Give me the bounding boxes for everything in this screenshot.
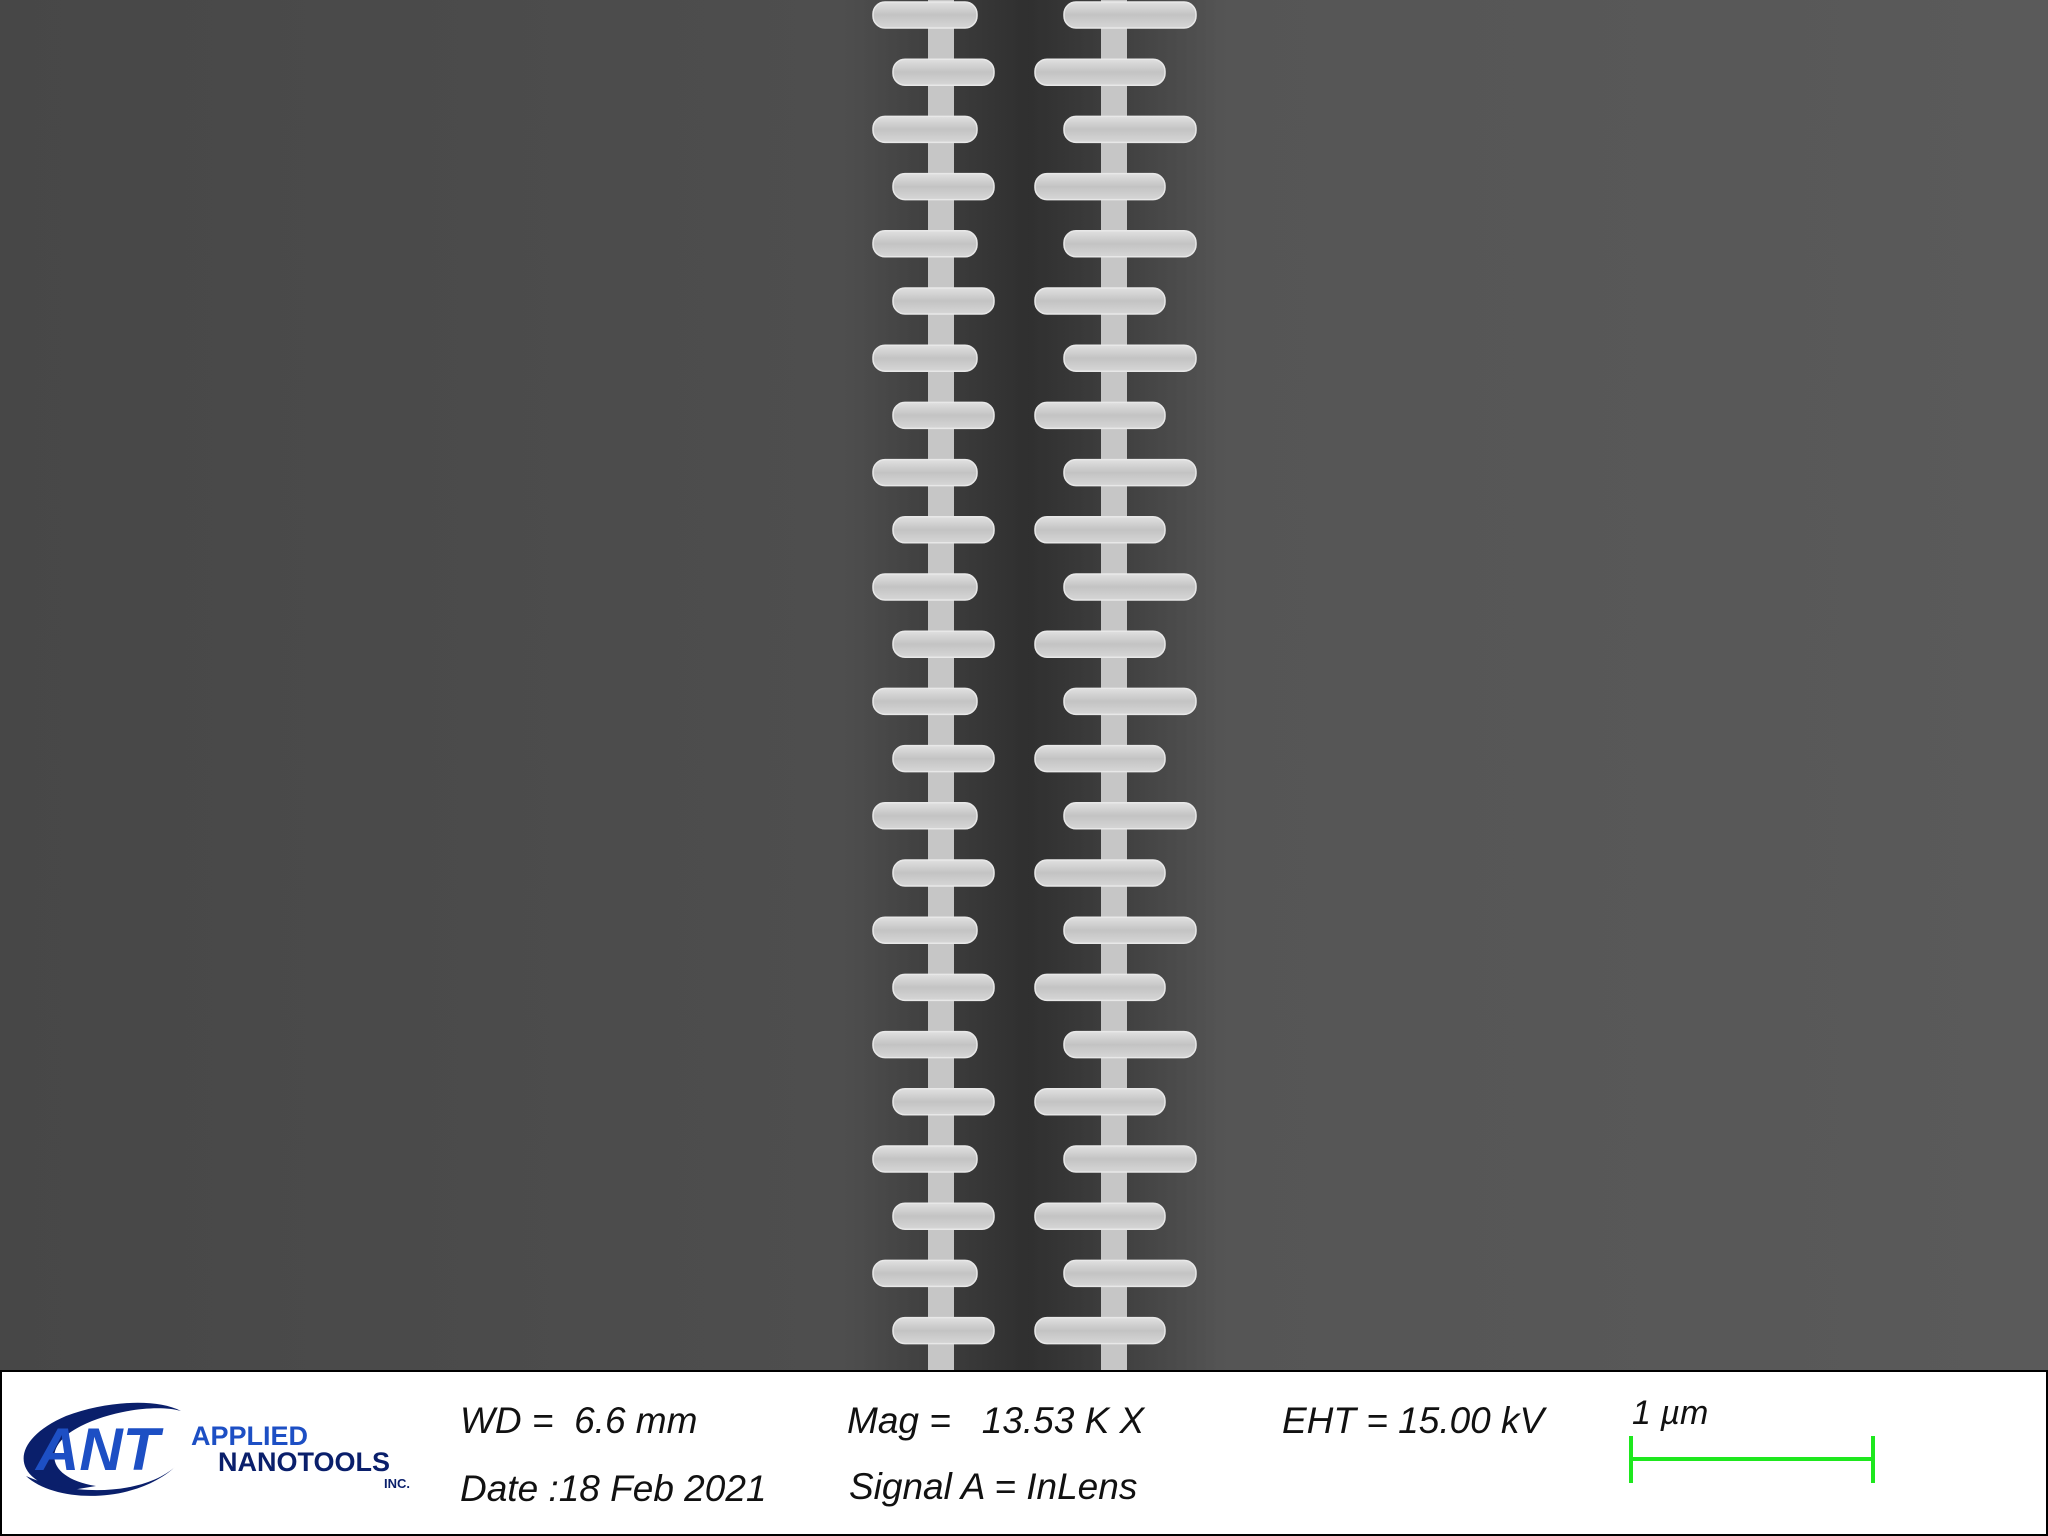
- grating-tooth: [1034, 172, 1166, 201]
- grating-tooth: [1063, 1030, 1197, 1059]
- grating-tooth: [872, 916, 978, 944]
- grating-tooth: [892, 401, 995, 430]
- grating-tooth: [892, 1316, 995, 1345]
- grating-tooth: [1063, 1259, 1197, 1288]
- grating-tooth: [892, 287, 995, 315]
- grating-tooth: [1063, 115, 1197, 144]
- applied-nanotools-logo: ANT APPLIED NANOTOOLS INC.: [23, 1402, 410, 1496]
- grating-tooth: [1034, 630, 1166, 658]
- grating-tooth: [1034, 401, 1166, 430]
- grating-tooth: [872, 1030, 978, 1059]
- grating-tooth: [1034, 1202, 1166, 1230]
- grating-tooth: [1034, 287, 1166, 315]
- grating-tooth: [892, 1202, 995, 1230]
- grating-tooth: [892, 172, 995, 201]
- grating-tooth: [872, 687, 978, 716]
- logo-line2: NANOTOOLS: [218, 1447, 390, 1477]
- grating-tooth: [1063, 344, 1197, 372]
- grating-tooth: [1063, 1, 1197, 29]
- grating-tooth: [1063, 573, 1197, 601]
- grating-tooth: [892, 1088, 995, 1116]
- grating-tooth: [1034, 58, 1166, 86]
- grating-tooth: [1063, 802, 1197, 830]
- grating-tooth: [872, 1145, 978, 1173]
- signal-label: Signal A = InLens: [849, 1466, 1138, 1507]
- grating-tooth: [892, 630, 995, 658]
- grating-tooth: [1063, 916, 1197, 944]
- grating-tooth: [1034, 516, 1166, 544]
- grating-tooth: [872, 344, 978, 372]
- working-distance: WD = 6.6 mm: [460, 1400, 698, 1441]
- scale-bar-label: 1 µm: [1632, 1394, 1708, 1432]
- grating-tooth: [872, 1259, 978, 1288]
- date-label: Date :18 Feb 2021: [460, 1468, 767, 1509]
- grating-tooth: [1063, 458, 1197, 487]
- grating-tooth: [872, 230, 978, 258]
- eht-voltage: EHT = 15.00 kV: [1282, 1400, 1545, 1441]
- grating-tooth: [872, 1, 978, 29]
- magnification: Mag = 13.53 K X: [847, 1400, 1145, 1441]
- grating-tooth: [892, 58, 995, 86]
- grating-tooth: [892, 516, 995, 544]
- scale-bar: 1 µm: [1629, 1394, 1875, 1483]
- grating-tooth: [1063, 230, 1197, 258]
- grating-tooth: [1034, 1088, 1166, 1116]
- grating-tooth: [872, 802, 978, 830]
- grating-tooth: [1063, 1145, 1197, 1173]
- grating-tooth: [1034, 973, 1166, 1002]
- grating-tooth: [1034, 1316, 1166, 1345]
- logo-mark: ANT: [34, 1416, 164, 1483]
- grating-tooth: [892, 744, 995, 773]
- grating-tooth: [872, 458, 978, 487]
- logo-suffix: INC.: [384, 1476, 410, 1491]
- grating-tooth: [872, 573, 978, 601]
- grating-tooth: [892, 859, 995, 887]
- grating-tooth: [1034, 859, 1166, 887]
- grating-tooth: [892, 973, 995, 1002]
- grating-tooth: [872, 115, 978, 144]
- grating-tooth: [1034, 744, 1166, 773]
- grating-tooth: [1063, 687, 1197, 716]
- sem-micrograph: [0, 0, 2048, 1370]
